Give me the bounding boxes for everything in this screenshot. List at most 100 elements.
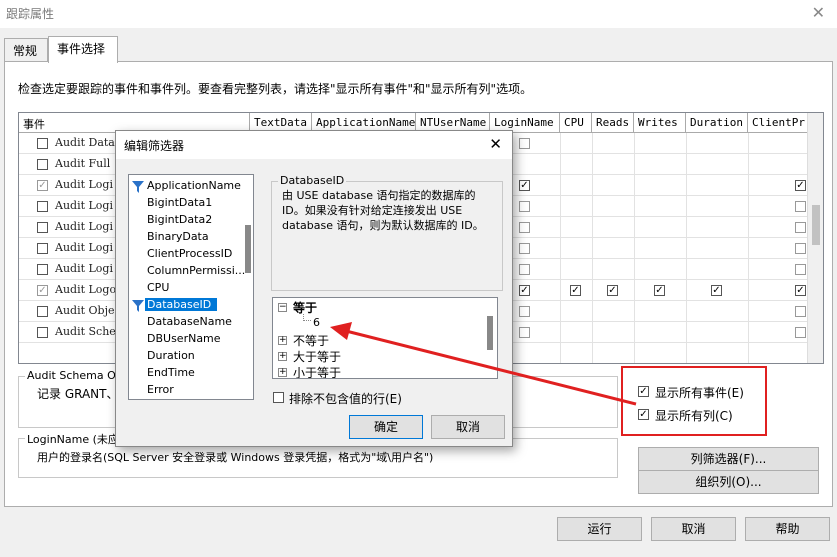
tree-node-greater-equal[interactable]: 大于等于 xyxy=(293,348,341,365)
grid-scrollbar[interactable] xyxy=(807,113,823,363)
event-name: Audit Datab xyxy=(55,136,122,149)
column-checkbox[interactable] xyxy=(519,243,530,254)
column-header[interactable]: Reads xyxy=(592,113,634,133)
event-checkbox[interactable] xyxy=(37,327,48,338)
event-checkbox[interactable] xyxy=(37,201,48,212)
close-icon[interactable]: ✕ xyxy=(812,3,825,22)
column-description-title: DatabaseID xyxy=(278,174,347,187)
list-item[interactable]: Duration xyxy=(147,349,195,362)
column-checkbox[interactable] xyxy=(795,306,806,317)
column-checkbox[interactable]: ✓ xyxy=(519,285,530,296)
list-item[interactable]: DatabaseName xyxy=(147,315,232,328)
column-header[interactable]: Writes xyxy=(634,113,686,133)
list-item[interactable]: ApplicationName xyxy=(147,179,241,192)
event-checkbox[interactable] xyxy=(37,306,48,317)
column-checkbox[interactable]: ✓ xyxy=(795,285,806,296)
tree-value[interactable]: 6 xyxy=(313,316,320,329)
list-item[interactable]: BigintData2 xyxy=(147,213,212,226)
event-checkbox[interactable] xyxy=(37,243,48,254)
dialog-title-bar: 编辑筛选器 ✕ xyxy=(116,131,512,159)
event-name: Audit Logi xyxy=(55,220,113,233)
list-scroll-thumb[interactable] xyxy=(245,225,251,273)
scroll-thumb[interactable] xyxy=(812,205,820,245)
column-checkbox[interactable]: ✓ xyxy=(570,285,581,296)
list-item[interactable]: CPU xyxy=(147,281,169,294)
tab-events-selection[interactable]: 事件选择 xyxy=(48,36,118,63)
column-checkbox[interactable]: ✓ xyxy=(711,285,722,296)
list-item[interactable]: BigintData1 xyxy=(147,196,212,209)
event-name: Audit Sche xyxy=(55,325,116,338)
filter-icon xyxy=(132,181,144,193)
list-item[interactable]: DBUserName xyxy=(147,332,221,345)
column-filter-button[interactable]: 列筛选器(F)... xyxy=(638,447,819,471)
column-checkbox[interactable]: ✓ xyxy=(607,285,618,296)
column-checkbox[interactable] xyxy=(519,264,530,275)
column-header[interactable]: Duration xyxy=(686,113,748,133)
list-item[interactable]: ClientProcessID xyxy=(147,247,232,260)
filter-tree[interactable]: − 等于 6 + 不等于 + 大于等于 + 小于等于 xyxy=(272,297,498,379)
event-checkbox[interactable] xyxy=(37,159,48,170)
dialog-cancel-button[interactable]: 取消 xyxy=(431,415,505,439)
column-checkbox[interactable]: ✓ xyxy=(519,180,530,191)
tab-label: 事件选择 xyxy=(57,42,106,56)
event-name: Audit Logi xyxy=(55,262,113,275)
column-checkbox[interactable] xyxy=(795,243,806,254)
column-checkbox[interactable] xyxy=(519,201,530,212)
event-name: Audit Obje xyxy=(55,304,115,317)
column-description-box: DatabaseID 由 USE database 语句指定的数据库的 ID。如… xyxy=(271,174,503,291)
list-item[interactable]: BinaryData xyxy=(147,230,209,243)
window-title: 跟踪属性 xyxy=(6,7,55,21)
column-checkbox[interactable] xyxy=(519,138,530,149)
exclude-empty-checkbox[interactable] xyxy=(273,392,284,403)
column-checkbox[interactable] xyxy=(795,222,806,233)
event-checkbox[interactable]: ✓ xyxy=(37,285,48,296)
edit-filter-dialog: 编辑筛选器 ✕ ApplicationName BigintData1 Bigi… xyxy=(115,130,513,447)
tab-general[interactable]: 常规 xyxy=(4,38,48,62)
list-item[interactable]: ColumnPermissi... xyxy=(147,264,245,277)
collapse-icon[interactable]: − xyxy=(278,303,287,312)
event-name: Audit Full xyxy=(55,157,111,170)
list-item[interactable]: Error xyxy=(147,383,174,396)
column-checkbox[interactable] xyxy=(519,222,530,233)
title-bar: 跟踪属性 ✕ xyxy=(0,0,837,28)
cancel-button[interactable]: 取消 xyxy=(651,517,736,541)
expand-icon[interactable]: + xyxy=(278,352,287,361)
column-checkbox[interactable] xyxy=(795,201,806,212)
expand-icon[interactable]: + xyxy=(278,368,287,377)
event-name: Audit Logi xyxy=(55,178,113,191)
hint-text: 检查选定要跟踪的事件和事件列。要查看完整列表，请选择"显示所有事件"和"显示所有… xyxy=(18,82,533,96)
event-name: Audit Logo xyxy=(55,283,117,296)
filter-icon xyxy=(132,300,144,312)
highlight-box xyxy=(621,366,767,436)
tree-scroll-thumb[interactable] xyxy=(487,316,493,350)
help-button[interactable]: 帮助 xyxy=(745,517,830,541)
column-description-text: 用户的登录名(SQL Server 安全登录或 Windows 登录凭据，格式为… xyxy=(37,451,434,464)
organize-columns-button[interactable]: 组织列(O)... xyxy=(638,470,819,494)
dialog-title: 编辑筛选器 xyxy=(124,139,185,153)
list-item-selected[interactable]: DatabaseID xyxy=(145,298,218,311)
ok-button[interactable]: 确定 xyxy=(349,415,423,439)
column-checkbox[interactable] xyxy=(795,327,806,338)
column-checkbox[interactable] xyxy=(795,264,806,275)
tree-node-less-equal[interactable]: 小于等于 xyxy=(293,364,341,378)
tab-label: 常规 xyxy=(13,44,38,58)
column-checkbox[interactable] xyxy=(519,306,530,317)
column-header[interactable]: CPU xyxy=(560,113,592,133)
tree-node-not-equals[interactable]: 不等于 xyxy=(293,332,329,349)
exclude-empty-label: 排除不包含值的行(E) xyxy=(289,392,402,406)
column-checkbox[interactable]: ✓ xyxy=(795,180,806,191)
event-checkbox[interactable] xyxy=(37,222,48,233)
column-header[interactable]: ClientPr xyxy=(748,113,809,133)
event-checkbox[interactable]: ✓ xyxy=(37,180,48,191)
event-checkbox[interactable] xyxy=(37,264,48,275)
list-item[interactable]: EndTime xyxy=(147,366,195,379)
event-name: Audit Logi xyxy=(55,199,113,212)
event-checkbox[interactable] xyxy=(37,138,48,149)
column-checkbox[interactable]: ✓ xyxy=(654,285,665,296)
close-icon[interactable]: ✕ xyxy=(489,135,502,153)
expand-icon[interactable]: + xyxy=(278,336,287,345)
filter-column-list[interactable]: ApplicationName BigintData1 BigintData2 … xyxy=(128,174,254,400)
run-button[interactable]: 运行 xyxy=(557,517,642,541)
column-checkbox[interactable] xyxy=(519,327,530,338)
event-description-text: 记录 GRANT、 xyxy=(37,387,119,401)
